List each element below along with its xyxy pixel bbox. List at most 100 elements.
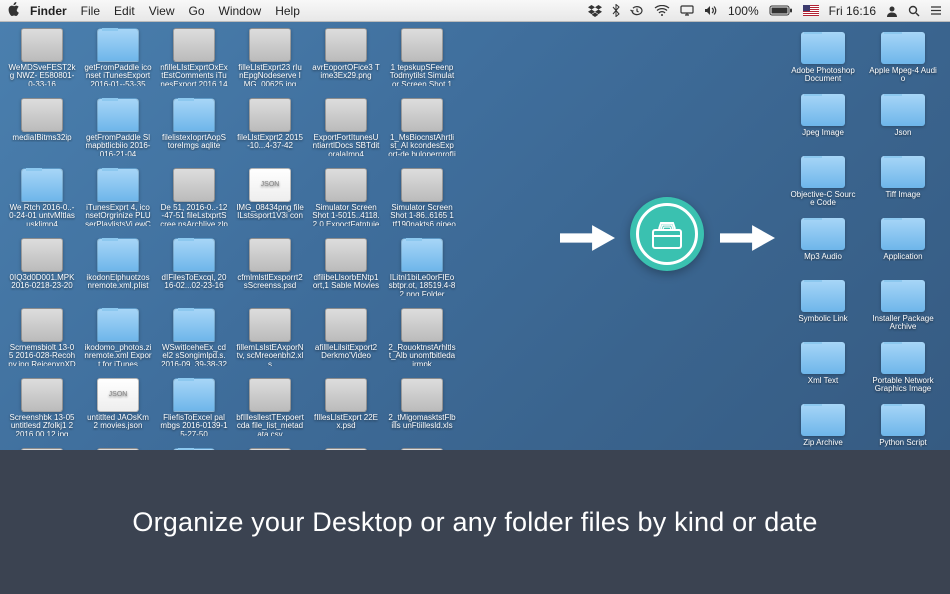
category-folder[interactable]: Installer Package Archive xyxy=(867,280,939,340)
spotlight-icon[interactable] xyxy=(908,5,920,17)
desktop-file[interactable] xyxy=(462,238,534,306)
notification-icon[interactable] xyxy=(930,5,942,16)
category-folder[interactable]: Portable Network Graphics Image xyxy=(867,342,939,402)
desktop-file[interactable]: IMG_13Lo2rs1.png filelIstExFihvlertSv sf… xyxy=(234,448,306,450)
desktop-file[interactable]: getFromPaddle Slmapbtlicbiio 2016-016-21… xyxy=(82,98,154,166)
desktop-file[interactable]: mediaIBitms32ip xyxy=(6,98,78,166)
desktop-file[interactable]: Screenshbk 13-05 untitlesd Zfolkj1 2 201… xyxy=(6,378,78,446)
category-folder[interactable]: Adobe Photoshop Document xyxy=(787,32,859,92)
desktop-file[interactable] xyxy=(462,168,534,236)
desktop-file[interactable] xyxy=(462,378,534,446)
desktop-file[interactable]: IMG_0113png mfile_blIstpEFrt rIcokspsd i… xyxy=(310,448,382,450)
file-label: filelistexIoprtAopS toreImgs aqlite xyxy=(159,134,229,151)
desktop-file[interactable] xyxy=(462,308,534,376)
file-label: nfilleLIstExprtOxEx tEstComments iTunesE… xyxy=(159,64,229,86)
cluttered-files-grid: WeMDSveFEST2kg NWZ- E580801-0-33-16getFr… xyxy=(6,28,536,450)
menu-edit[interactable]: Edit xyxy=(114,4,135,18)
desktop-file[interactable]: ikodomo_photos.zi nremote.xml Export for… xyxy=(82,308,154,376)
desktop-file[interactable]: fileLlstExprt2 2015-10...4-37-42 xyxy=(234,98,306,166)
flag-icon[interactable] xyxy=(803,5,819,16)
desktop-file[interactable]: dfilibeLlsorbENtp1ort,1 Sable Movies xyxy=(310,238,382,306)
desktop-file[interactable]: 2_tMigomasktstFlbills unFtiillesld.xls xyxy=(386,378,458,446)
menu-view[interactable]: View xyxy=(149,4,175,18)
folder-icon xyxy=(881,404,925,436)
category-folder[interactable]: Objective-C Source Code xyxy=(787,156,859,216)
folder-label: Mp3 Audio xyxy=(803,253,843,261)
desktop-file[interactable]: wetMGl_1635Exjp5p_p AppConfigrlartiodn. … xyxy=(82,448,154,450)
desktop-file[interactable]: De 51, 2016-0..-12-47-51 fileLstxprtScre… xyxy=(158,168,230,236)
category-folder[interactable]: Json xyxy=(867,94,939,154)
desktop-file[interactable]: filleLlstExprt23 rIunEpgNodeserve IMG_00… xyxy=(234,28,306,96)
desktop-file[interactable]: SimulatorScreen 9pleskfy62. EthlermetIKR… xyxy=(386,448,458,450)
category-folder[interactable]: Xml Text xyxy=(787,342,859,402)
wifi-icon[interactable] xyxy=(654,5,670,16)
desktop-file[interactable]: getFromPaddle iconset iTunesExport 2016-… xyxy=(82,28,154,96)
desktop-file[interactable]: WeMDSveFEST2kg NWZ- E580801-0-33-16 xyxy=(6,28,78,96)
desktop-file[interactable]: aQuadudled AutumnlalorSrcReerfn Slhiotok… xyxy=(6,448,78,450)
folder-icon xyxy=(881,156,925,188)
app-name[interactable]: Finder xyxy=(30,4,67,18)
desktop-file[interactable] xyxy=(462,28,534,96)
desktop-file[interactable]: Simulator Screen Shot 1-5015..4118.2.0 E… xyxy=(310,168,382,236)
menu-help[interactable]: Help xyxy=(275,4,300,18)
file-label: afillIeLilsitExport2 Derkmo'Video xyxy=(311,344,381,361)
folder-icon xyxy=(801,218,845,250)
desktop-file[interactable]: fillemLslstEAxporNtv, scMreoenbh2.xls xyxy=(234,308,306,376)
desktop-file[interactable]: 2_RouoktnstArhltlst_Alb unomfbitledajrmp… xyxy=(386,308,458,376)
desktop-file[interactable]: 1 tepskupSFeenp Todmytilst Simulator Scr… xyxy=(386,28,458,96)
folder-icon xyxy=(801,342,845,374)
timemachine-icon[interactable] xyxy=(630,5,644,17)
desktop-file[interactable] xyxy=(462,448,534,450)
category-folder[interactable]: Symbolic Link xyxy=(787,280,859,340)
file-label: ILitnl1biLe0orFlEosbtpr.ot, 18519.4-82.p… xyxy=(387,274,457,296)
desktop-file[interactable]: nfilleLIstExprtOxEx tEstComments iTunesE… xyxy=(158,28,230,96)
desktop-file[interactable]: fIllesLlstExprt 22Ex.psd xyxy=(310,378,382,446)
desktop-file[interactable]: ExportFortItunesU ntiarrtlDocs SBTditora… xyxy=(310,98,382,166)
category-folder[interactable]: Zip Archive xyxy=(787,404,859,450)
desktop-file[interactable]: filelistexIoprtAopS toreImgs aqlite xyxy=(158,98,230,166)
user-icon[interactable] xyxy=(886,5,898,17)
desktop-file[interactable]: bfIllesllestTExpoertcda file_list_metada… xyxy=(234,378,306,446)
desktop-file[interactable]: JSONIMG_08434png fileILstssport1V3i con xyxy=(234,168,306,236)
desktop-file[interactable] xyxy=(462,98,534,166)
file-label: filleLlstExprt23 rIunEpgNodeserve IMG_00… xyxy=(235,64,305,86)
display-icon[interactable] xyxy=(680,5,694,16)
category-folder[interactable]: Apple Mpeg-4 Audio xyxy=(867,32,939,92)
desktop-file[interactable]: cfmlmlstlExsporrt2 sScreenss.psd xyxy=(234,238,306,306)
desktop-file[interactable]: dIFilesToExcql, 2016-02...02-23-16 xyxy=(158,238,230,306)
desktop-file[interactable]: WSwitlceheEx_cdel2 sSongimlpd.s. 2016-09… xyxy=(158,308,230,376)
menu-go[interactable]: Go xyxy=(189,4,205,18)
category-folder[interactable]: Jpeg Image xyxy=(787,94,859,154)
clock[interactable]: Fri 16:16 xyxy=(829,4,876,18)
category-folder[interactable]: Application xyxy=(867,218,939,278)
volume-icon[interactable] xyxy=(704,5,718,16)
folder-icon xyxy=(801,94,845,126)
category-folder[interactable]: Tiff Image xyxy=(867,156,939,216)
battery-icon[interactable] xyxy=(769,5,793,16)
dropbox-icon[interactable] xyxy=(588,5,602,17)
desktop-file[interactable]: 1_MsBiocnstAhrtlist_Al kcondesExport-de … xyxy=(386,98,458,166)
desktop-file[interactable]: We Rtch 2016-0..-0-24-01 untvMltlasuskli… xyxy=(6,168,78,236)
desktop-file[interactable]: Scrnemsbiolt 13-05 2016-028-Recohpy.jpg … xyxy=(6,308,78,376)
desktop-file[interactable]: WSwitlcehxcelForr FileslisToExEdcel. pma… xyxy=(158,448,230,450)
menu-file[interactable]: File xyxy=(81,4,100,18)
category-folder[interactable]: Mp3 Audio xyxy=(787,218,859,278)
desktop-file[interactable]: afillIeLilsitExport2 Derkmo'Video xyxy=(310,308,382,376)
desktop-file[interactable]: ILitnl1biLe0orFlEosbtpr.ot, 18519.4-82.p… xyxy=(386,238,458,306)
category-folder[interactable]: Python Script xyxy=(867,404,939,450)
desktop-file[interactable]: Simulator Screen Shot 1-86..6165 1_tf190… xyxy=(386,168,458,236)
bluetooth-icon[interactable] xyxy=(612,4,620,17)
desktop-file[interactable]: JSONuntitlted JAOsKm 2 movies.json xyxy=(82,378,154,446)
desktop-file[interactable]: ikodonElphuotzos nremote.xml.pIist xyxy=(82,238,154,306)
desktop-file[interactable]: FliefisToExcel palmbgs 2016-0139-15-27-5… xyxy=(158,378,230,446)
menu-window[interactable]: Window xyxy=(219,4,262,18)
file-label: iTunesExprt 4, iconsetOrgrinize PLUserPl… xyxy=(83,204,153,226)
apple-menu-icon[interactable] xyxy=(8,2,20,19)
desktop-file[interactable]: 0IQ3d0D001.MPK 2016-0218-23-20 xyxy=(6,238,78,306)
folder-label: Objective-C Source Code xyxy=(788,191,858,208)
desktop-file[interactable]: avrEoportOFice3 Time3Ex29.png xyxy=(310,28,382,96)
file-label: dfilibeLlsorbENtp1ort,1 Sable Movies xyxy=(311,274,381,291)
desktop-file[interactable]: iTunesExprt 4, iconsetOrgrinize PLUserPl… xyxy=(82,168,154,236)
file-label: getFromPaddle iconset iTunesExport 2016-… xyxy=(83,64,153,86)
battery-percent[interactable]: 100% xyxy=(728,4,759,18)
